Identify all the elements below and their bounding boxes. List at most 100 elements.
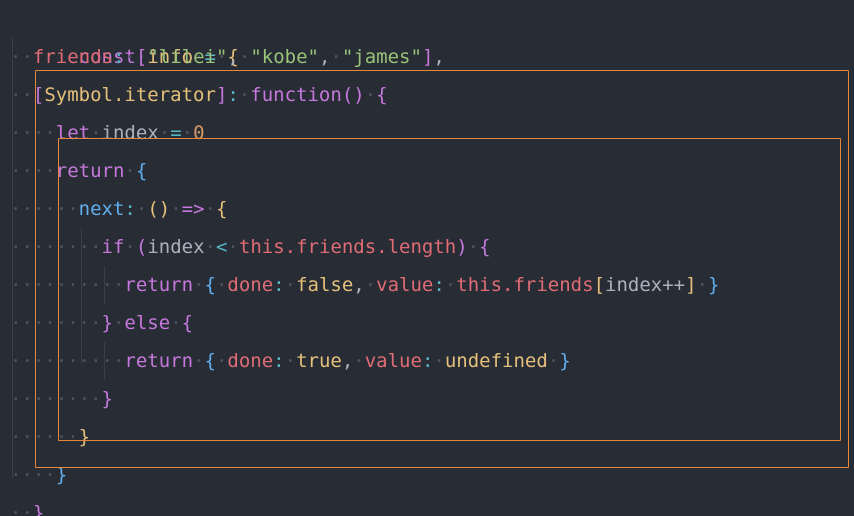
whitespace-dot: ·	[364, 274, 377, 296]
token-brace-open-l3: {	[376, 84, 388, 106]
indent-dots-l10: ··········	[10, 350, 125, 372]
whitespace-dot: ·	[112, 312, 125, 334]
code-line-9[interactable]: ········}·else·{	[0, 304, 854, 342]
code-line-12[interactable]: ······}	[0, 418, 854, 456]
token-comma-l2-3: ,	[433, 46, 445, 68]
token-keyword-function: function	[250, 84, 342, 106]
token-bracket-close-l2: ]	[421, 46, 434, 68]
token-identifier-index-l7: index	[147, 236, 205, 258]
token-key-friends: friends	[32, 46, 113, 68]
token-keyword-return-l10: return	[124, 350, 194, 372]
code-line-14[interactable]: ··}	[0, 494, 854, 516]
token-keyword-if: if	[101, 236, 125, 258]
token-colon-l8-1: :	[273, 274, 285, 296]
token-comma-l10: ,	[341, 350, 354, 372]
code-content[interactable]: const·info·=·{ ··friends:·["lilei",·"kob…	[0, 0, 854, 516]
token-brace-close-l10: }	[559, 350, 571, 372]
indent-dots-l3: ··	[10, 84, 33, 106]
whitespace-dot: ·	[238, 46, 251, 68]
whitespace-dot: ·	[353, 350, 365, 372]
token-brace-open-l7: {	[479, 236, 491, 258]
indent-dots-l14: ··	[10, 502, 33, 516]
token-key-done-l10: done	[227, 350, 274, 372]
token-colon-l6: :	[124, 198, 136, 220]
token-brace-close-l11: }	[101, 388, 113, 410]
token-string-lilei: "lilei"	[147, 46, 228, 68]
whitespace-dot: ·	[215, 350, 228, 372]
code-editor[interactable]: const·info·=·{ ··friends:·["lilei",·"kob…	[0, 0, 854, 516]
whitespace-dot: ·	[215, 274, 228, 296]
code-line-11[interactable]: ········}	[0, 380, 854, 418]
token-comma-l8: ,	[353, 274, 365, 296]
indent-dots-l11: ········	[10, 388, 102, 410]
token-colon-l10-1: :	[273, 350, 285, 372]
whitespace-dot: ·	[330, 46, 342, 68]
whitespace-dot: ·	[181, 122, 194, 144]
code-line-3[interactable]: ··[Symbol.iterator]:·function()·{	[0, 76, 854, 114]
token-bracket-open-l8: [	[593, 274, 606, 296]
indent-dots-l8: ··········	[10, 274, 125, 296]
whitespace-dot: ·	[124, 160, 136, 182]
token-colon-l8-2: :	[433, 274, 445, 296]
code-line-13[interactable]: ····}	[0, 456, 854, 494]
token-operator-assign-l4: =	[170, 122, 182, 144]
token-parens-l3: ()	[341, 84, 365, 106]
token-string-james: "james"	[341, 46, 422, 68]
code-line-4[interactable]: ····let·index·=·0	[0, 114, 854, 152]
code-line-1[interactable]: const·info·=·{	[0, 0, 854, 68]
whitespace-dot: ·	[467, 236, 480, 258]
code-line-6[interactable]: ······next:·()·=>·{	[0, 190, 854, 228]
indent-dots-l9: ········	[10, 312, 102, 334]
token-string-kobe: "kobe"	[250, 46, 319, 68]
code-line-2[interactable]: ··friends:·["lilei",·"kobe",·"james"],	[0, 38, 854, 76]
whitespace-dot: ·	[193, 274, 205, 296]
token-paren-close-l7: )	[456, 236, 468, 258]
code-line-10[interactable]: ··········return·{·done:·true,·value:·un…	[0, 342, 854, 380]
whitespace-dot: ·	[193, 350, 205, 372]
indent-dots-l5: ····	[10, 160, 56, 182]
token-brace-close-l14: }	[32, 502, 45, 516]
whitespace-dot: ·	[158, 122, 171, 144]
whitespace-dot: ·	[170, 312, 182, 334]
token-index-increment: index++	[605, 274, 686, 296]
token-value-false: false	[296, 274, 354, 296]
token-comma-l2-1: ,	[227, 46, 239, 68]
token-paren-open-l7: (	[135, 236, 148, 258]
token-symbol-iterator: Symbol.iterator	[44, 84, 216, 106]
token-expr-friends-length: this.friends.length	[238, 236, 457, 258]
whitespace-dot: ·	[364, 84, 377, 106]
whitespace-dot: ·	[204, 236, 216, 258]
code-line-8[interactable]: ··········return·{·done:·false,·value:·t…	[0, 266, 854, 304]
token-bracket-open-l2: [	[135, 46, 148, 68]
whitespace-dot: ·	[90, 122, 102, 144]
whitespace-dot: ·	[238, 84, 251, 106]
whitespace-dot: ·	[284, 350, 297, 372]
indent-dots-l4: ····	[10, 122, 56, 144]
token-operator-lt: <	[215, 236, 228, 258]
token-brace-open-l10: {	[204, 350, 216, 372]
code-line-5[interactable]: ····return·{	[0, 152, 854, 190]
whitespace-dot: ·	[227, 236, 239, 258]
token-method-next: next	[78, 198, 125, 220]
token-key-value-l8: value	[376, 274, 434, 296]
token-keyword-return-l5: return	[55, 160, 125, 182]
whitespace-dot: ·	[204, 198, 216, 220]
token-parens-l6: ()	[147, 198, 171, 220]
token-brace-close-l8: }	[708, 274, 720, 296]
whitespace-dot: ·	[444, 274, 457, 296]
token-brace-close-l13: }	[55, 464, 68, 486]
token-bracket-open-l3: [	[32, 84, 45, 106]
token-brace-open-l8: {	[204, 274, 216, 296]
token-brace-close-l9: }	[101, 312, 113, 334]
indent-dots-l13: ····	[10, 464, 56, 486]
whitespace-dot: ·	[433, 350, 445, 372]
token-bracket-close-l3: ]	[215, 84, 228, 106]
token-arrow-l6: =>	[181, 198, 205, 220]
whitespace-dot: ·	[284, 274, 297, 296]
code-line-7[interactable]: ········if·(index·<·this.friends.length)…	[0, 228, 854, 266]
token-keyword-return-l8: return	[124, 274, 194, 296]
whitespace-dot: ·	[135, 198, 148, 220]
whitespace-dot: ·	[547, 350, 560, 372]
token-key-value-l10: value	[364, 350, 422, 372]
token-comma-l2-2: ,	[318, 46, 331, 68]
